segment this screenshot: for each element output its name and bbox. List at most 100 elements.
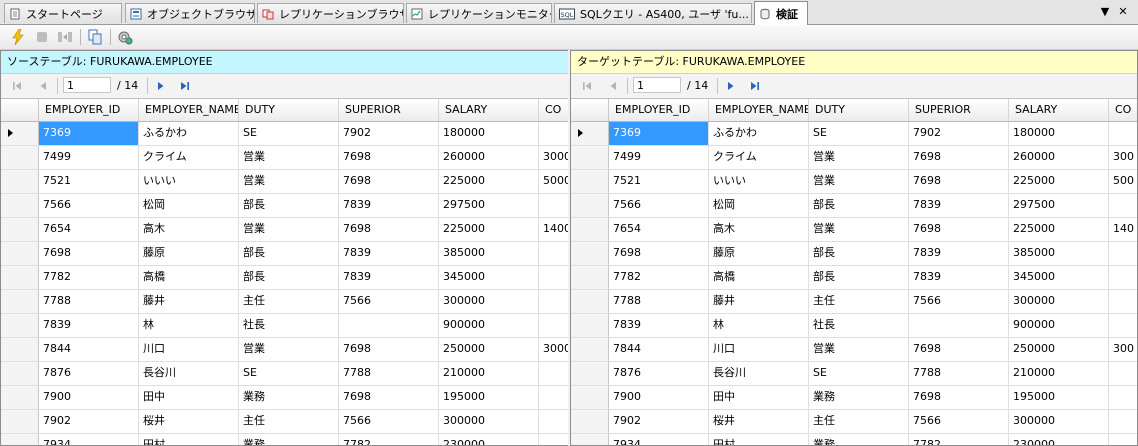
lightning-icon[interactable]	[9, 28, 27, 46]
employer-name-cell[interactable]: 田中	[139, 386, 239, 409]
row-header[interactable]	[1, 194, 39, 217]
employer-id-cell[interactable]: 7839	[609, 314, 709, 337]
column-header-employer-id[interactable]: EMPLOYER_ID	[609, 99, 709, 121]
column-header-co[interactable]: CO	[1109, 99, 1137, 121]
employer-id-cell[interactable]: 7499	[609, 146, 709, 169]
superior-cell[interactable]: 7782	[909, 434, 1009, 445]
table-row[interactable]: 7369 ふるかわ SE 7902 180000	[571, 122, 1137, 146]
column-header-superior[interactable]: SUPERIOR	[339, 99, 439, 121]
row-header[interactable]	[571, 338, 609, 361]
column-header-salary[interactable]: SALARY	[439, 99, 539, 121]
employer-name-cell[interactable]: 高木	[709, 218, 809, 241]
row-header[interactable]	[571, 170, 609, 193]
employer-id-cell[interactable]: 7902	[609, 410, 709, 433]
superior-cell[interactable]: 7782	[339, 434, 439, 445]
employer-name-cell[interactable]: 桜井	[139, 410, 239, 433]
column-header-duty[interactable]: DUTY	[809, 99, 909, 121]
employer-name-cell[interactable]: クライム	[709, 146, 809, 169]
row-header[interactable]	[1, 146, 39, 169]
duty-cell[interactable]: 社長	[809, 314, 909, 337]
duty-cell[interactable]: 社長	[239, 314, 339, 337]
duty-cell[interactable]: SE	[809, 122, 909, 145]
employer-id-cell[interactable]: 7788	[39, 290, 139, 313]
duty-cell[interactable]: SE	[239, 122, 339, 145]
row-header[interactable]	[571, 194, 609, 217]
salary-cell[interactable]: 225000	[1009, 170, 1109, 193]
superior-cell[interactable]	[339, 314, 439, 337]
employer-name-cell[interactable]: 藤井	[139, 290, 239, 313]
employer-name-cell[interactable]: 松岡	[709, 194, 809, 217]
duty-cell[interactable]: 部長	[239, 242, 339, 265]
superior-cell[interactable]: 7839	[909, 194, 1009, 217]
co-cell[interactable]	[539, 194, 568, 217]
column-header-co[interactable]: CO	[539, 99, 568, 121]
superior-cell[interactable]: 7698	[339, 338, 439, 361]
employer-name-cell[interactable]: クライム	[139, 146, 239, 169]
compare-icon[interactable]	[56, 28, 74, 46]
table-row[interactable]: 7902 桜井 主任 7566 300000	[1, 410, 568, 434]
employer-id-cell[interactable]: 7844	[39, 338, 139, 361]
co-cell[interactable]: 3000	[539, 338, 568, 361]
duty-cell[interactable]: 営業	[239, 146, 339, 169]
employer-name-cell[interactable]: 藤井	[709, 290, 809, 313]
duty-cell[interactable]: 主任	[809, 410, 909, 433]
co-cell[interactable]	[539, 434, 568, 445]
row-header[interactable]	[1, 386, 39, 409]
row-header[interactable]	[1, 434, 39, 445]
target-page-input[interactable]	[633, 77, 681, 93]
tab-object-browser[interactable]: オブジェクトブラウザ	[125, 3, 255, 23]
duty-cell[interactable]: 営業	[239, 338, 339, 361]
superior-cell[interactable]: 7698	[909, 170, 1009, 193]
salary-cell[interactable]: 225000	[439, 170, 539, 193]
tab-start-page[interactable]: スタートページ	[4, 3, 122, 23]
employer-name-cell[interactable]: 藤原	[139, 242, 239, 265]
column-header-salary[interactable]: SALARY	[1009, 99, 1109, 121]
superior-cell[interactable]: 7698	[909, 218, 1009, 241]
co-cell[interactable]	[539, 314, 568, 337]
salary-cell[interactable]: 385000	[439, 242, 539, 265]
superior-cell[interactable]: 7698	[909, 146, 1009, 169]
duty-cell[interactable]: 営業	[809, 218, 909, 241]
salary-cell[interactable]: 225000	[1009, 218, 1109, 241]
superior-cell[interactable]: 7698	[909, 338, 1009, 361]
table-row[interactable]: 7369 ふるかわ SE 7902 180000	[1, 122, 568, 146]
next-page-icon[interactable]	[153, 78, 169, 94]
superior-cell[interactable]: 7566	[909, 290, 1009, 313]
last-page-icon[interactable]	[177, 78, 193, 94]
first-page-icon[interactable]	[579, 78, 595, 94]
next-page-icon[interactable]	[723, 78, 739, 94]
table-row[interactable]: 7499 クライム 営業 7698 260000 3000	[1, 146, 568, 170]
duty-cell[interactable]: 主任	[239, 290, 339, 313]
table-row[interactable]: 7782 高橋 部長 7839 345000	[571, 266, 1137, 290]
table-row[interactable]: 7839 林社長 900000	[571, 314, 1137, 338]
row-header[interactable]	[571, 314, 609, 337]
duty-cell[interactable]: 部長	[809, 194, 909, 217]
salary-cell[interactable]: 250000	[439, 338, 539, 361]
table-row[interactable]: 7521 いいい 営業 7698 225000 5000	[1, 170, 568, 194]
employer-id-cell[interactable]: 7499	[39, 146, 139, 169]
co-cell[interactable]: 300	[1109, 146, 1137, 169]
column-header-superior[interactable]: SUPERIOR	[909, 99, 1009, 121]
co-cell[interactable]: 300	[1109, 338, 1137, 361]
salary-cell[interactable]: 230000	[439, 434, 539, 445]
duty-cell[interactable]: 主任	[239, 410, 339, 433]
salary-cell[interactable]: 297500	[1009, 194, 1109, 217]
duty-cell[interactable]: 業務	[239, 386, 339, 409]
table-row[interactable]: 7844 川口 営業 7698 250000 300	[571, 338, 1137, 362]
employer-id-cell[interactable]: 7654	[609, 218, 709, 241]
row-header[interactable]	[1, 242, 39, 265]
employer-name-cell[interactable]: 松岡	[139, 194, 239, 217]
row-header[interactable]	[571, 434, 609, 445]
salary-cell[interactable]: 250000	[1009, 338, 1109, 361]
employer-id-cell[interactable]: 7900	[609, 386, 709, 409]
duty-cell[interactable]: 部長	[809, 266, 909, 289]
column-header-employer-name[interactable]: EMPLOYER_NAME	[139, 99, 239, 121]
employer-id-cell[interactable]: 7566	[39, 194, 139, 217]
employer-id-cell[interactable]: 7788	[609, 290, 709, 313]
duty-cell[interactable]: 営業	[809, 170, 909, 193]
salary-cell[interactable]: 180000	[439, 122, 539, 145]
employer-name-cell[interactable]: 高橋	[709, 266, 809, 289]
column-header-duty[interactable]: DUTY	[239, 99, 339, 121]
table-row[interactable]: 7654 高木 営業 7698 225000 140	[571, 218, 1137, 242]
row-header[interactable]	[1, 290, 39, 313]
